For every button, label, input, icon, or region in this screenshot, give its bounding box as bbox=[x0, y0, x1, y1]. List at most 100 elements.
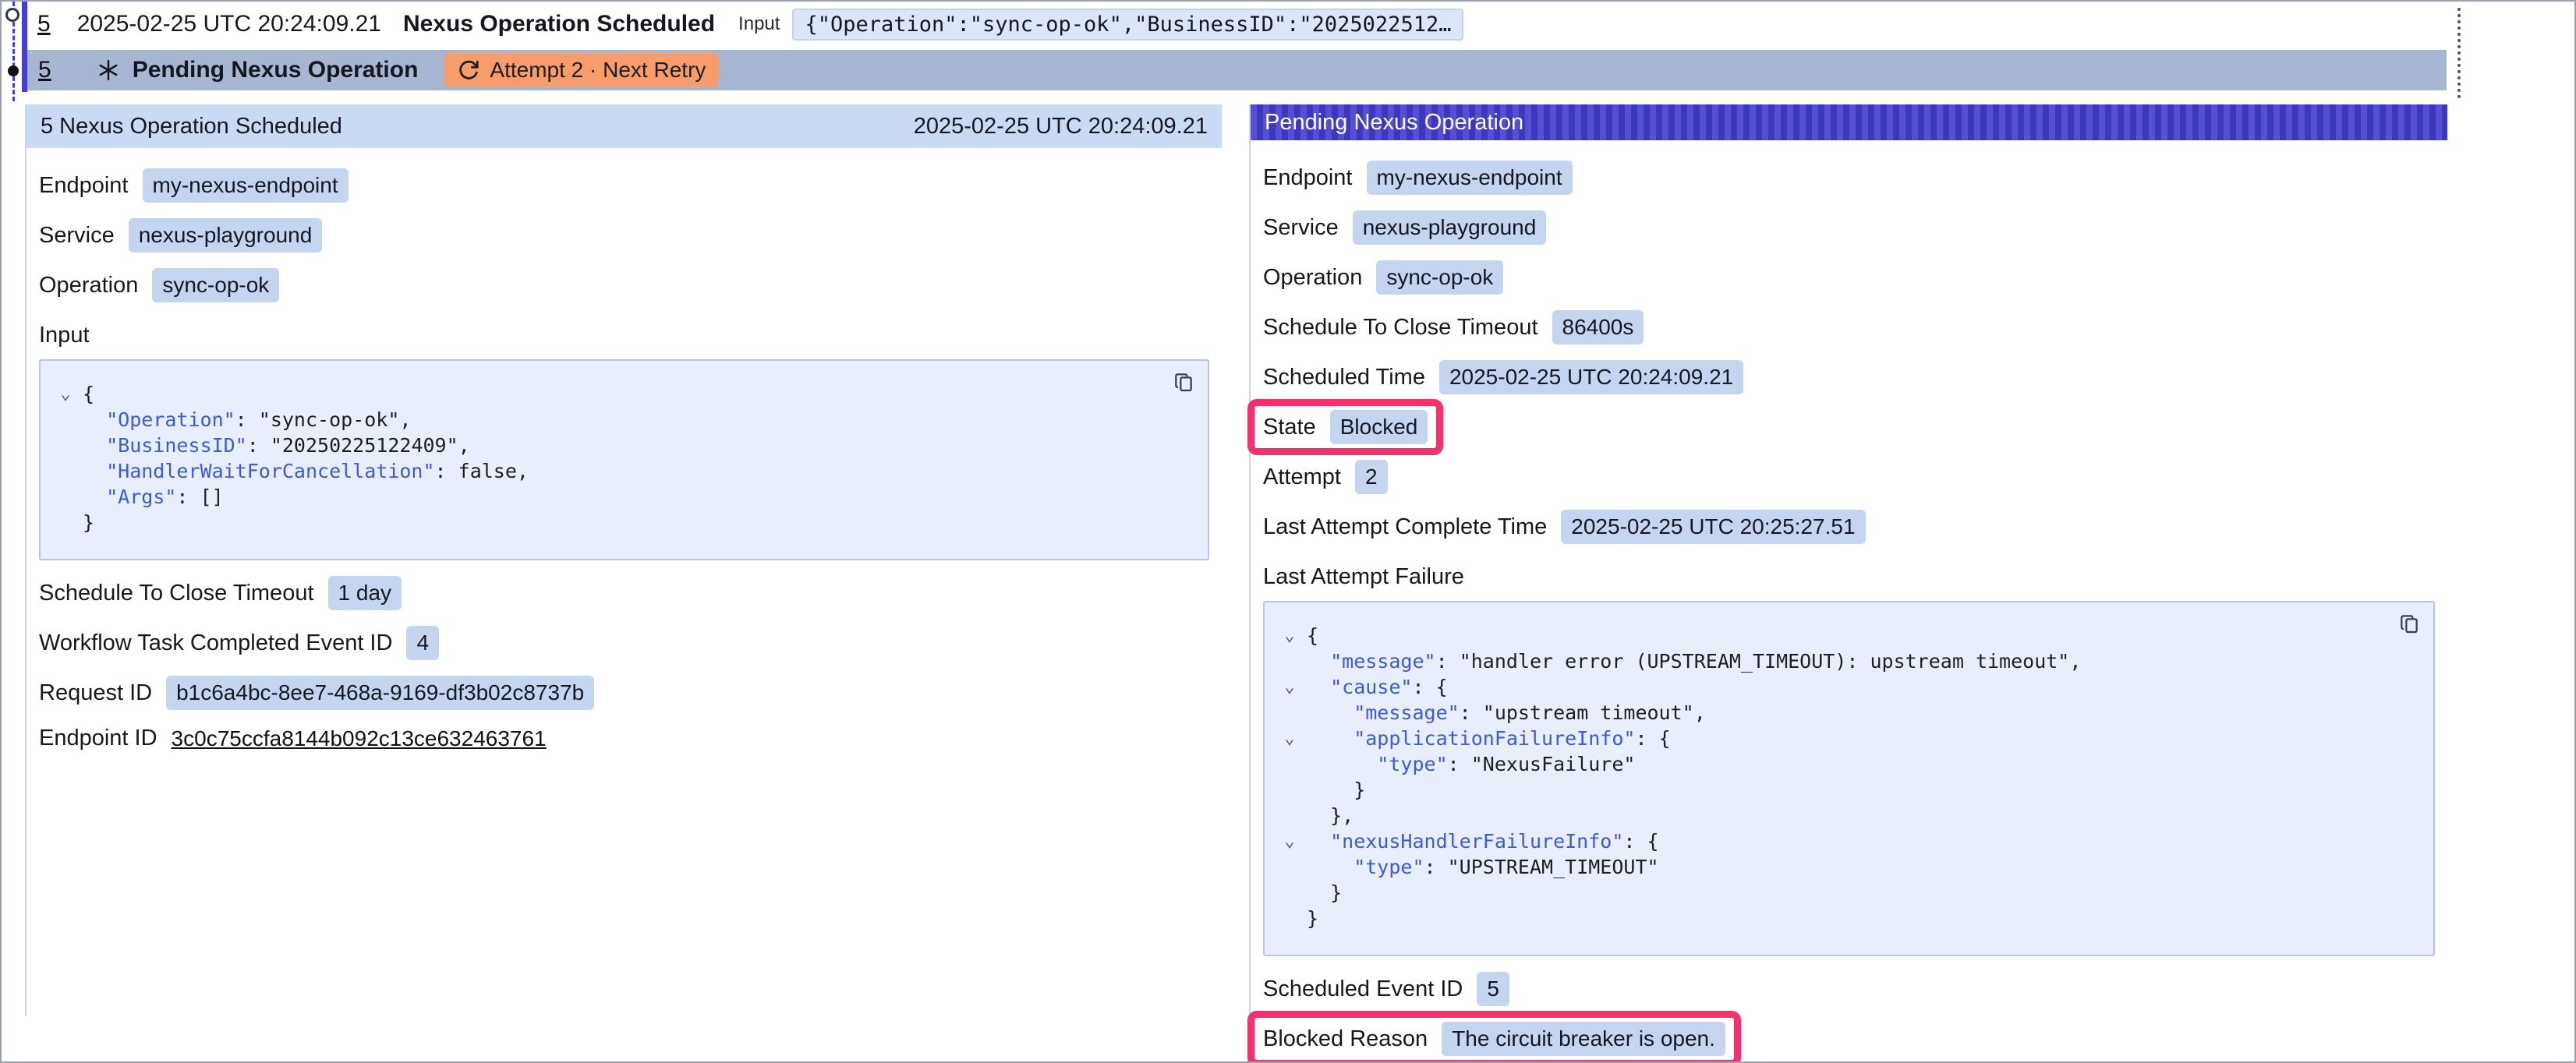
code-line: } bbox=[1272, 880, 2379, 906]
copy-button[interactable] bbox=[2397, 612, 2422, 637]
field-row-service: Servicenexus-playground bbox=[1263, 210, 1546, 245]
input-preview-chip[interactable]: {"Operation":"sync-op-ok","BusinessID":"… bbox=[792, 9, 1463, 41]
code-line: "type": "NexusFailure" bbox=[1272, 751, 2379, 777]
field-row-endpoint: Endpointmy-nexus-endpoint bbox=[39, 168, 349, 203]
field-label: Schedule To Close Timeout bbox=[39, 581, 314, 606]
field-row-service: Servicenexus-playground bbox=[39, 218, 322, 253]
field-label: Service bbox=[39, 223, 115, 249]
json-token: : bbox=[435, 458, 458, 484]
code-line: "HandlerWaitForCancellation": false, bbox=[48, 458, 1153, 484]
pending-operation-panel-header: Pending Nexus Operation bbox=[1251, 104, 2447, 140]
json-token: "UPSTREAM_TIMEOUT" bbox=[1448, 854, 1659, 880]
field-label: State bbox=[1263, 415, 1316, 440]
attempt-retry-badge-label: Attempt 2 · Next Retry bbox=[490, 58, 706, 83]
json-token: { bbox=[1307, 623, 1318, 648]
collapse-caret[interactable]: ⌄ bbox=[1272, 828, 1307, 854]
pending-event-id-link[interactable]: 5 bbox=[38, 57, 51, 83]
json-token: : bbox=[247, 433, 271, 458]
code-gutter bbox=[1272, 880, 1307, 906]
field-label: Endpoint bbox=[1263, 165, 1353, 191]
field-value-chip: nexus-playground bbox=[1353, 210, 1547, 245]
json-token: { bbox=[83, 381, 94, 407]
code-block-last-attempt-failure: ⌄{ "message": "handler error (UPSTREAM_T… bbox=[1263, 601, 2435, 956]
collapse-caret[interactable]: ⌄ bbox=[48, 381, 83, 407]
code-gutter bbox=[1272, 803, 1307, 828]
field-label: Scheduled Time bbox=[1263, 365, 1425, 390]
json-token: : bbox=[1448, 751, 1471, 777]
code-gutter bbox=[1272, 906, 1307, 931]
field-row-endpoint: Endpoint my-nexus-endpoint bbox=[1263, 161, 1573, 195]
field-value-chip: 4 bbox=[406, 626, 439, 660]
field-row-schedule-to-close-timeout: Schedule To Close Timeout 86400s bbox=[1263, 310, 1644, 344]
field-value-chip: sync-op-ok bbox=[1376, 260, 1503, 295]
code-gutter bbox=[48, 458, 83, 484]
code-line: ⌄{ bbox=[48, 381, 1153, 407]
json-token: "NexusFailure" bbox=[1471, 751, 1636, 777]
code-line: ⌄ "applicationFailureInfo": { bbox=[1272, 726, 2379, 751]
copy-button[interactable] bbox=[1172, 370, 1197, 395]
json-token: false, bbox=[458, 458, 529, 484]
json-token: } bbox=[83, 510, 94, 535]
field-value-chip: 86400s bbox=[1552, 310, 1644, 344]
json-token: }, bbox=[1307, 803, 1353, 828]
collapse-caret[interactable]: ⌄ bbox=[1272, 623, 1307, 648]
json-token: : { bbox=[1635, 726, 1670, 751]
field-label: Last Attempt Complete Time bbox=[1263, 514, 1547, 540]
code-gutter bbox=[1272, 751, 1307, 777]
event-id-link[interactable]: 5 bbox=[37, 11, 51, 37]
field-value-chip: The circuit breaker is open. bbox=[1442, 1022, 1725, 1056]
event-title: Nexus Operation Scheduled bbox=[403, 11, 715, 37]
json-token: : bbox=[176, 484, 200, 510]
field-row-blocked-reason: Blocked Reason The circuit breaker is ope… bbox=[1263, 1022, 1725, 1056]
collapse-caret[interactable]: ⌄ bbox=[1272, 674, 1307, 700]
field-label-last-attempt-failure: Last Attempt Failure bbox=[1263, 564, 2435, 590]
field-row-workflow-task-completed-event-id: Workflow Task Completed Event ID 4 bbox=[39, 626, 439, 660]
pending-operation-title: Pending Nexus Operation bbox=[133, 57, 419, 83]
field-value-chip: 2 bbox=[1355, 460, 1388, 494]
json-key: "nexusHandlerFailureInfo" bbox=[1307, 828, 1623, 854]
field-row-last-attempt-complete-time: Last Attempt Complete Time 2025-02-25 UTC… bbox=[1263, 510, 1866, 544]
code-line: } bbox=[48, 510, 1153, 535]
code-gutter bbox=[48, 407, 83, 433]
code-line: "message": "handler error (UPSTREAM_TIME… bbox=[1272, 648, 2379, 674]
field-label: Workflow Task Completed Event ID bbox=[39, 630, 392, 656]
pending-nexus-operation-row[interactable]: 5 Pending Nexus Operation Attempt 2 · Ne… bbox=[27, 50, 2447, 90]
field-row-operation: Operationsync-op-ok bbox=[1263, 260, 1503, 295]
pending-operation-asterisk-icon bbox=[97, 58, 120, 82]
json-key: "BusinessID" bbox=[83, 433, 247, 458]
event-detail-panel-header: 5 Nexus Operation Scheduled 2025-02-25 U… bbox=[27, 104, 1222, 148]
json-key: "applicationFailureInfo" bbox=[1307, 726, 1635, 751]
field-value-chip: 2025-02-25 UTC 20:25:27.51 bbox=[1561, 510, 1865, 544]
copy-icon bbox=[1172, 370, 1197, 395]
pending-operation-fields: Endpoint my-nexus-endpoint Servicenexus-pl… bbox=[1251, 140, 2447, 1056]
pending-operation-panel-title: Pending Nexus Operation bbox=[1265, 110, 1523, 136]
timeline-event-circle-icon bbox=[5, 8, 19, 22]
code-gutter bbox=[48, 510, 83, 535]
code-gutter bbox=[1272, 648, 1307, 674]
event-detail-panel-time: 2025-02-25 UTC 20:24:09.21 bbox=[914, 114, 1208, 139]
field-row-state: State Blocked bbox=[1263, 410, 1428, 444]
field-value-chip: Blocked bbox=[1330, 410, 1428, 444]
json-token: : bbox=[1436, 648, 1460, 674]
field-label: Scheduled Event ID bbox=[1263, 976, 1463, 1002]
code-line: "BusinessID": "20250225122409", bbox=[48, 433, 1153, 458]
field-label: Request ID bbox=[39, 680, 152, 706]
field-label: Schedule To Close Timeout bbox=[1263, 315, 1538, 341]
event-detail-panel-title: 5 Nexus Operation Scheduled bbox=[41, 114, 342, 139]
code-gutter bbox=[48, 433, 83, 458]
code-line: ⌄ "cause": { bbox=[1272, 674, 2379, 700]
json-token: : bbox=[1460, 700, 1483, 726]
field-row-scheduled-event-id: Scheduled Event ID5 bbox=[1263, 972, 1509, 1006]
event-row-nexus-operation-scheduled[interactable]: 5 2025-02-25 UTC 20:24:09.21 Nexus Opera… bbox=[37, 2, 1463, 47]
field-value-chip: my-nexus-endpoint bbox=[1367, 161, 1573, 195]
field-label: Blocked Reason bbox=[1263, 1026, 1428, 1052]
code-line: "Args": [] bbox=[48, 484, 1153, 510]
json-key: "type" bbox=[1307, 854, 1424, 880]
field-value-link[interactable]: 3c0c75ccfa8144b092c13ce632463761 bbox=[172, 726, 547, 751]
event-history-screen: 5 2025-02-25 UTC 20:24:09.21 Nexus Opera… bbox=[0, 0, 2576, 1063]
json-key: "Operation" bbox=[83, 407, 235, 433]
code-block-input: ⌄{ "Operation": "sync-op-ok", "BusinessI… bbox=[39, 359, 1209, 560]
field-row-request-id: Request IDb1c6a4bc-8ee7-468a-9169-df3b02… bbox=[39, 676, 594, 710]
collapse-caret[interactable]: ⌄ bbox=[1272, 726, 1307, 751]
code-line: ⌄ "nexusHandlerFailureInfo": { bbox=[1272, 828, 2379, 854]
